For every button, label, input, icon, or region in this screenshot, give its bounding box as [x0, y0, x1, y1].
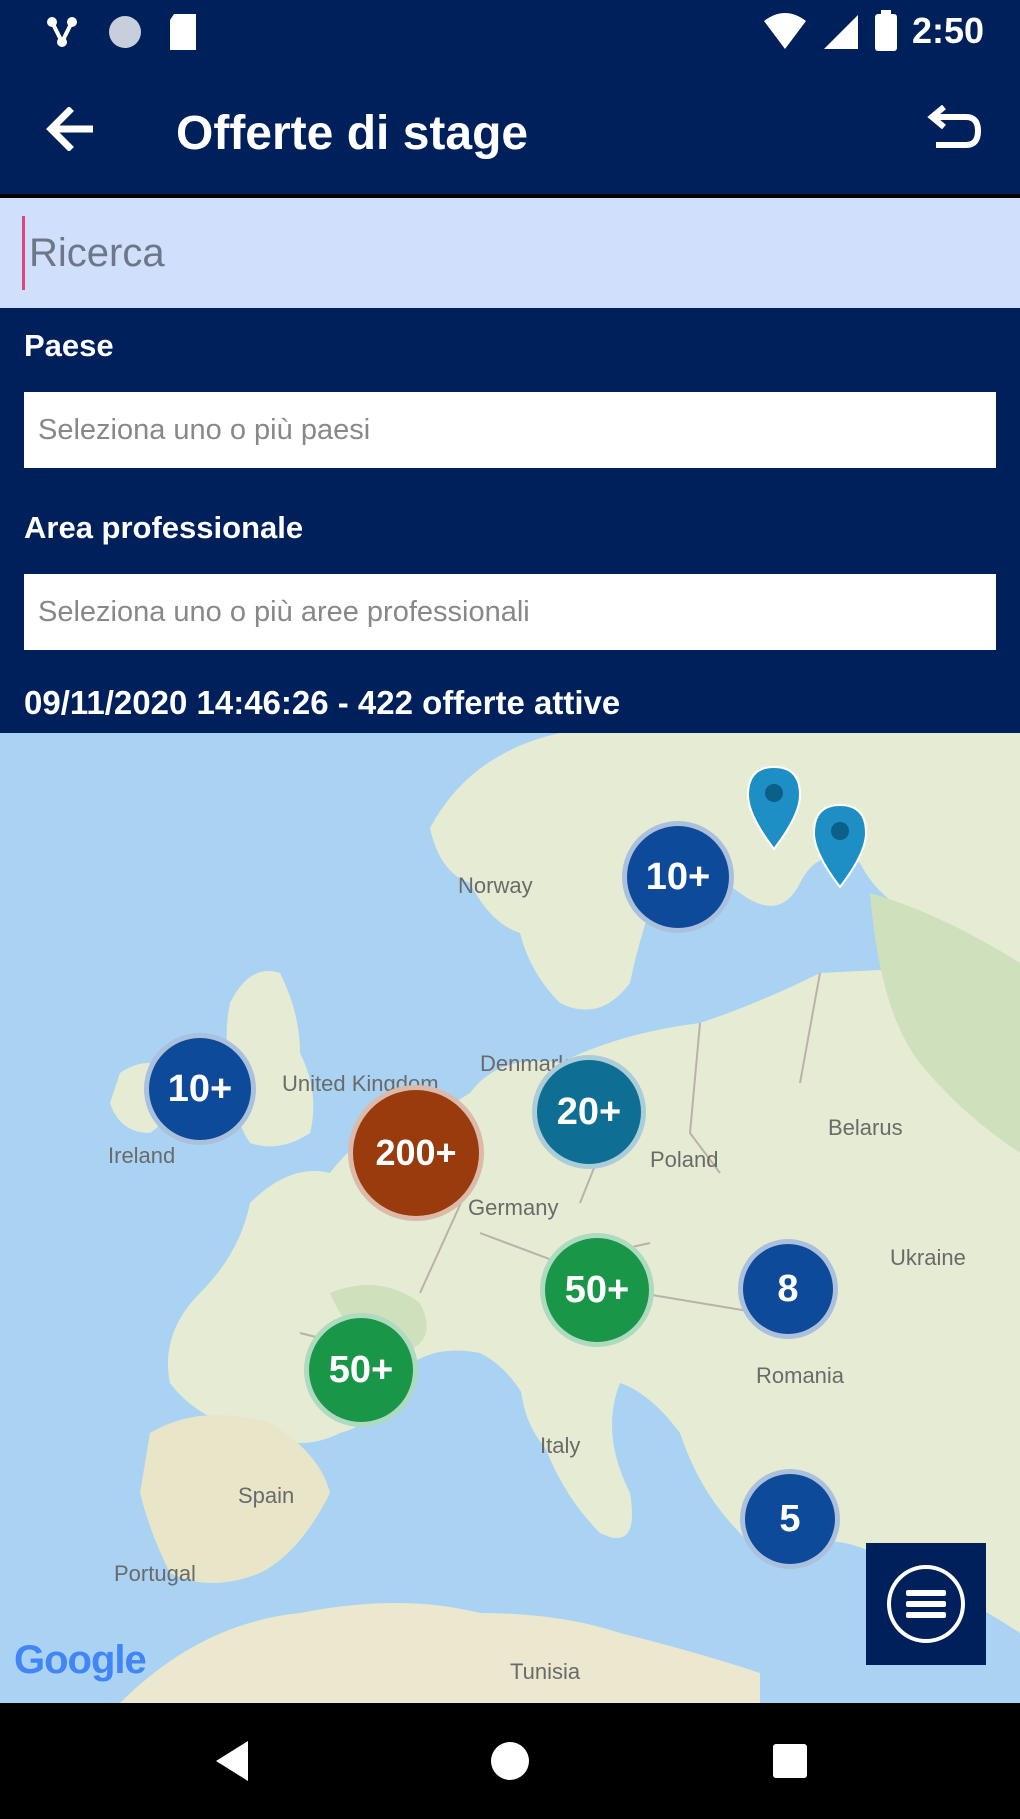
system-nav-bar [0, 1703, 1020, 1819]
sd-card-icon [170, 14, 196, 50]
country-label: Paese [24, 328, 114, 363]
menu-icon [887, 1565, 965, 1643]
country-select[interactable]: Seleziona uno o più paesi [24, 392, 996, 468]
cluster-count: 50+ [328, 1348, 394, 1391]
cluster-marker[interactable]: 10+ [144, 1033, 256, 1145]
menu-button[interactable] [866, 1543, 986, 1665]
page-title: Offerte di stage [176, 107, 529, 160]
nav-back-icon [216, 1741, 248, 1781]
arrow-back-icon [46, 107, 93, 151]
cluster-marker[interactable]: 10+ [622, 821, 734, 933]
cluster-count: 200+ [375, 1132, 457, 1173]
cluster-count: 8 [777, 1267, 799, 1310]
status-right: 2:50 [762, 10, 984, 52]
undo-icon [927, 105, 982, 148]
cluster-marker[interactable]: 50+ [304, 1313, 418, 1427]
label-ukraine: Ukraine [890, 1245, 966, 1270]
filter-panel: Paese Seleziona uno o più paesi Area pro… [0, 308, 1020, 733]
label-romania: Romania [756, 1363, 845, 1388]
area-label: Area professionale [24, 510, 304, 545]
map[interactable]: Norway United Kingdom Ireland Denmark Po… [0, 733, 1020, 1703]
cluster-count: 10+ [645, 855, 711, 898]
nav-recents-button[interactable] [758, 1729, 822, 1793]
circle-icon [109, 16, 141, 48]
status-time: 2:50 [911, 10, 984, 51]
cluster-count: 20+ [556, 1090, 622, 1133]
label-poland: Poland [650, 1147, 719, 1172]
label-norway: Norway [458, 873, 533, 898]
label-ireland: Ireland [108, 1143, 176, 1168]
country-select-placeholder: Seleziona uno o più paesi [38, 413, 371, 446]
label-portugal: Portugal [114, 1561, 196, 1586]
map-pin-icon[interactable] [810, 803, 870, 889]
label-belarus: Belarus [828, 1115, 903, 1140]
label-tunisia: Tunisia [510, 1659, 581, 1684]
cluster-marker[interactable]: 5 [740, 1469, 840, 1569]
label-spain: Spain [238, 1483, 295, 1508]
map-pin-icon[interactable] [744, 765, 804, 851]
nav-home-icon [491, 1742, 529, 1780]
search-bar [0, 198, 1020, 308]
cluster-marker[interactable]: 50+ [540, 1233, 654, 1347]
cell-signal-icon [823, 15, 858, 49]
network-icon [47, 17, 77, 47]
label-germany: Germany [468, 1195, 559, 1220]
cluster-marker[interactable]: 200+ [348, 1085, 484, 1221]
google-logo: Google [14, 1638, 147, 1683]
app-bar: Offerte di stage [0, 66, 1020, 194]
offers-summary: 09/11/2020 14:46:26 - 422 offerte attive [24, 684, 621, 721]
back-button[interactable] [36, 96, 102, 162]
cluster-count: 50+ [564, 1268, 630, 1311]
google-logo-text: Google [14, 1638, 147, 1682]
status-left [42, 12, 200, 52]
nav-back-button[interactable] [200, 1729, 264, 1793]
label-italy: Italy [540, 1433, 581, 1458]
battery-icon [874, 10, 897, 51]
status-bar: 2:50 [0, 0, 1020, 66]
cluster-marker[interactable]: 20+ [532, 1055, 646, 1169]
area-select[interactable]: Seleziona uno o più aree professionali [24, 574, 996, 650]
wifi-icon [763, 13, 806, 49]
cluster-marker[interactable]: 8 [738, 1239, 838, 1339]
search-input[interactable] [22, 216, 1002, 290]
cluster-count: 5 [779, 1497, 801, 1540]
nav-home-button[interactable] [478, 1729, 542, 1793]
area-select-placeholder: Seleziona uno o più aree professionali [38, 595, 530, 628]
nav-recents-icon [773, 1744, 807, 1778]
cluster-count: 10+ [167, 1067, 233, 1110]
undo-button[interactable] [918, 96, 990, 162]
